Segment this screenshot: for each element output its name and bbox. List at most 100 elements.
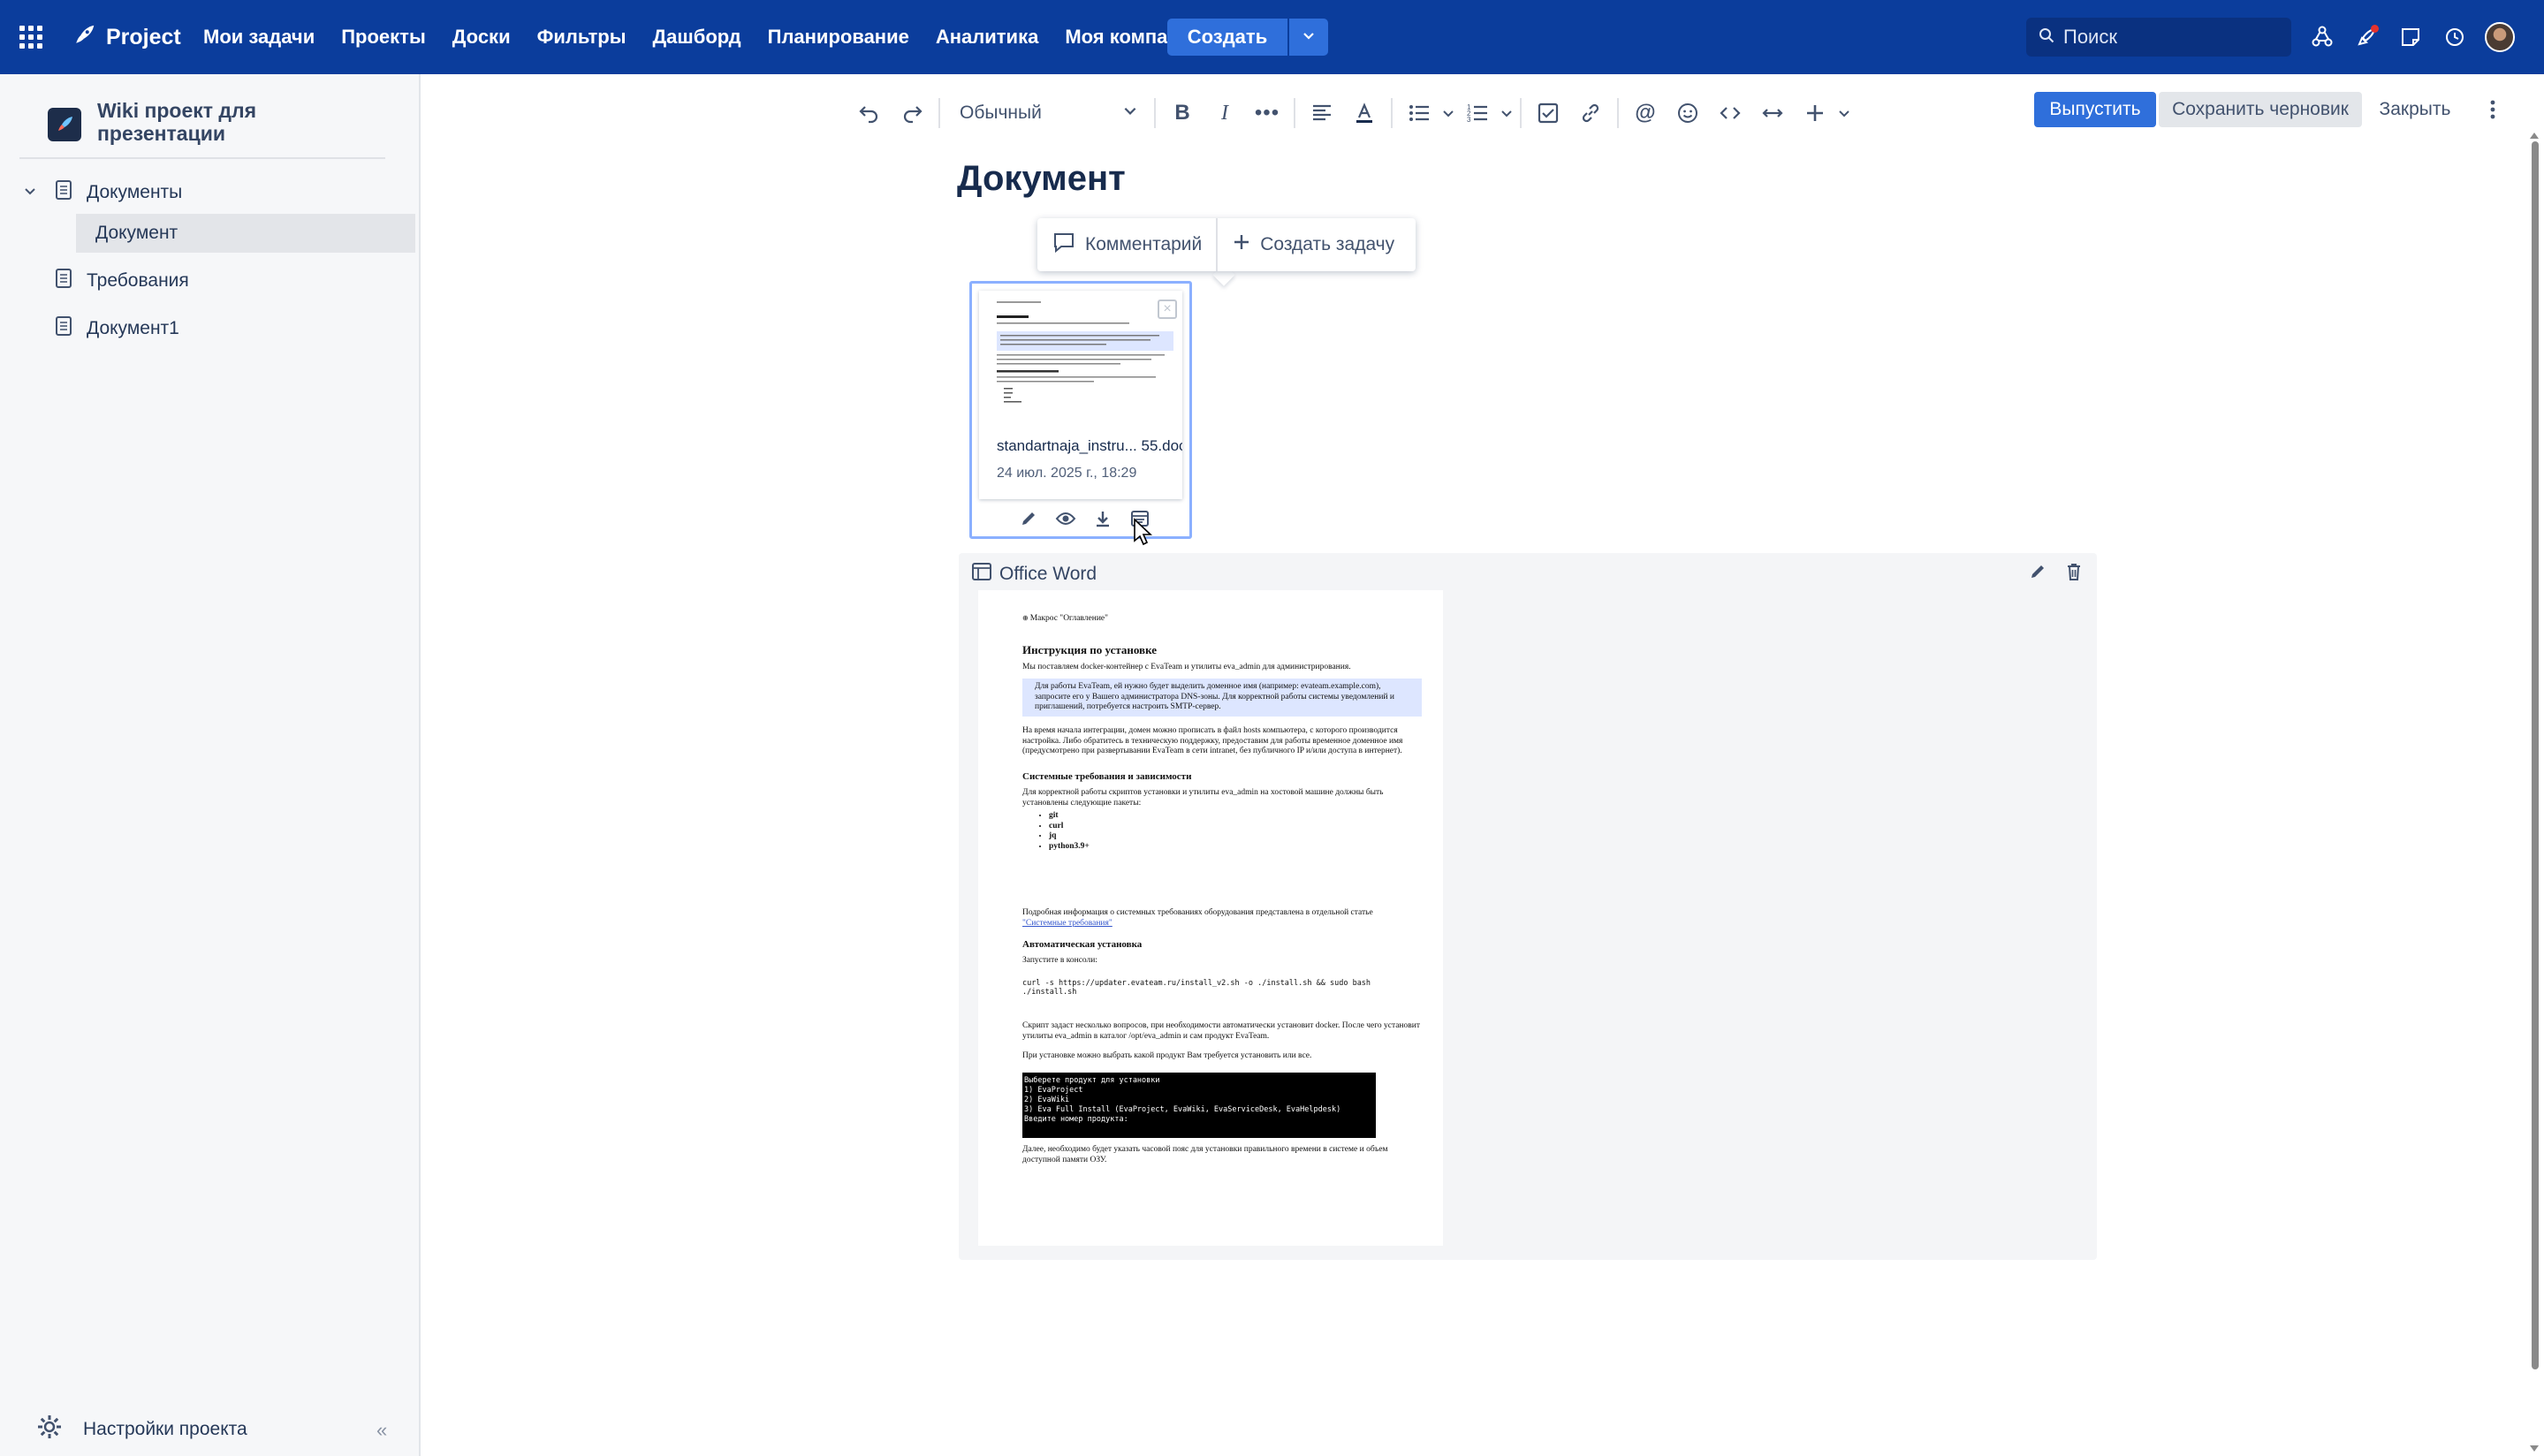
attachment-date: 24 июл. 2025 г., 18:29 (997, 466, 1137, 481)
italic-icon[interactable]: I (1204, 92, 1246, 134)
attachment-preview[interactable]: × standartnaja_instru... 55.doc 24 июл. … (979, 291, 1182, 499)
numbered-list-icon[interactable]: 123 (1456, 92, 1499, 134)
toolbar-divider (1617, 98, 1619, 128)
tree-item-label: Требования (87, 270, 189, 291)
edit-pencil-icon[interactable] (2028, 562, 2047, 586)
nav-boards[interactable]: Доски (452, 26, 511, 49)
app-switcher-icon[interactable] (19, 26, 42, 49)
link-icon[interactable] (1569, 92, 1612, 134)
remove-attachment-icon[interactable]: × (1158, 300, 1177, 319)
scroll-up-arrow-icon[interactable] (2530, 133, 2539, 139)
paragraph-run-console: Запустите в консоли: (1022, 956, 1098, 965)
nav-projects[interactable]: Проекты (341, 26, 426, 49)
nav-filters[interactable]: Фильтры (537, 26, 627, 49)
chevron-down-icon[interactable] (1440, 92, 1456, 134)
scrollbar-thumb[interactable] (2532, 141, 2539, 1369)
tree-item-document1[interactable]: Документ1 (0, 309, 421, 348)
install-command: curl -s https://updater.evateam.ru/insta… (1022, 979, 1371, 997)
paragraph-packages: Для корректной работы скриптов установки… (1022, 788, 1384, 808)
rocket-icon (71, 22, 97, 53)
attachment-thumbnail (997, 298, 1173, 407)
toolbar-divider (1520, 98, 1522, 128)
page-icon (55, 268, 72, 294)
team-icon[interactable] (2308, 23, 2336, 51)
attachment-card[interactable]: × standartnaja_instru... 55.doc 24 июл. … (969, 281, 1192, 539)
project-header[interactable]: Wiki проект для презентации (48, 99, 274, 145)
undo-icon[interactable] (848, 92, 891, 134)
create-task-button[interactable]: Создать задачу (1218, 218, 1409, 271)
delete-trash-icon[interactable] (2065, 562, 2083, 586)
toolbar-divider (938, 98, 940, 128)
office-word-macro[interactable]: Office Word ⊕ Макрос "Оглавление" Инстру… (959, 553, 2097, 1260)
nav-dashboard[interactable]: Дашборд (652, 26, 740, 49)
system-requirements-link[interactable]: "Системные требования" (1022, 919, 1113, 928)
terminal-block: Выберете продукт для установки 1) EvaPro… (1022, 1073, 1376, 1138)
view-eye-icon[interactable] (1053, 506, 1078, 531)
create-dropdown-button[interactable] (1289, 19, 1328, 56)
heading-requirements: Системные требования и зависимости (1022, 771, 1192, 782)
nav-analytics[interactable]: Аналитика (936, 26, 1038, 49)
save-draft-button[interactable]: Сохранить черновик (2159, 92, 2362, 127)
attachment-file-name: standartnaja_instru... 55.doc (997, 437, 1182, 454)
download-icon[interactable] (1090, 506, 1115, 531)
text-style-value: Обычный (960, 102, 1042, 123)
list-item: python3.9+ (1049, 842, 1422, 853)
chevron-down-icon[interactable] (1836, 92, 1852, 134)
tree-item-requirements[interactable]: Требования (0, 262, 421, 300)
nav-planning[interactable]: Планирование (768, 26, 909, 49)
paragraph-script: Скрипт задаст несколько вопросов, при не… (1022, 1021, 1420, 1041)
text-color-icon[interactable] (1343, 92, 1386, 134)
tree-item-documents[interactable]: Документы (0, 173, 421, 212)
search-box[interactable]: Поиск (2026, 18, 2291, 57)
package-list: git curl jq python3.9+ (1022, 811, 1422, 852)
word-document-page: ⊕ Макрос "Оглавление" Инструкция по уста… (978, 590, 1443, 1246)
comment-button[interactable]: Комментарий (1037, 218, 1216, 271)
nav-my-tasks[interactable]: Мои задачи (203, 26, 315, 49)
chevron-down-icon (1122, 102, 1138, 124)
insert-plus-icon[interactable] (1794, 92, 1836, 134)
align-left-icon[interactable] (1301, 92, 1343, 134)
expand-width-icon[interactable] (1751, 92, 1794, 134)
more-formatting-icon[interactable]: ••• (1246, 92, 1288, 134)
collapse-sidebar-icon[interactable]: « (376, 1419, 387, 1442)
publish-button[interactable]: Выпустить (2034, 92, 2156, 127)
user-avatar[interactable] (2485, 22, 2515, 52)
mouse-cursor-icon (1133, 518, 1153, 550)
macro-header: Office Word (971, 562, 1097, 587)
macro-title: Office Word (999, 564, 1097, 584)
text-style-select[interactable]: Обычный (945, 92, 1149, 134)
bullet-list-icon[interactable] (1398, 92, 1440, 134)
code-icon[interactable] (1709, 92, 1751, 134)
redo-icon[interactable] (891, 92, 933, 134)
app-logo[interactable]: Project (71, 19, 181, 55)
document-title[interactable]: Документ (957, 159, 1126, 199)
close-button[interactable]: Закрыть (2366, 92, 2464, 127)
project-sidebar: Wiki проект для презентации Документы До… (0, 74, 421, 1456)
history-icon[interactable] (2441, 23, 2469, 51)
emoji-icon[interactable] (1667, 92, 1709, 134)
more-vertical-icon[interactable] (2479, 92, 2506, 127)
paragraph-hosts: На время начала интеграции, домен можно … (1022, 726, 1403, 755)
chevron-down-icon[interactable] (23, 182, 37, 203)
project-title: Wiki проект для презентации (97, 99, 257, 145)
create-task-label: Создать задачу (1260, 234, 1395, 254)
tree-item-label: Документ1 (87, 318, 179, 338)
chevron-down-icon[interactable] (1499, 92, 1515, 134)
editor-toolbar: Обычный B I ••• 123 @ (848, 88, 1852, 138)
svg-text:3: 3 (1467, 116, 1471, 124)
list-item: git (1049, 811, 1422, 822)
mention-icon[interactable]: @ (1624, 92, 1667, 134)
page-icon (55, 315, 72, 342)
heading-auto-install: Автоматическая установка (1022, 939, 1143, 950)
tree-item-document[interactable]: Документ (76, 214, 415, 253)
bold-icon[interactable]: B (1161, 92, 1204, 134)
edit-pencil-icon[interactable] (1016, 506, 1041, 531)
checkbox-icon[interactable] (1527, 92, 1569, 134)
notes-icon[interactable] (2396, 23, 2425, 51)
project-rocket-icon (48, 108, 81, 141)
create-button[interactable]: Создать (1167, 19, 1287, 56)
scroll-down-arrow-icon[interactable] (2530, 1445, 2539, 1452)
app-name: Project (106, 24, 181, 49)
project-settings-link[interactable]: Настройки проекта (35, 1414, 247, 1445)
notifications-rocket-icon[interactable] (2352, 23, 2381, 51)
